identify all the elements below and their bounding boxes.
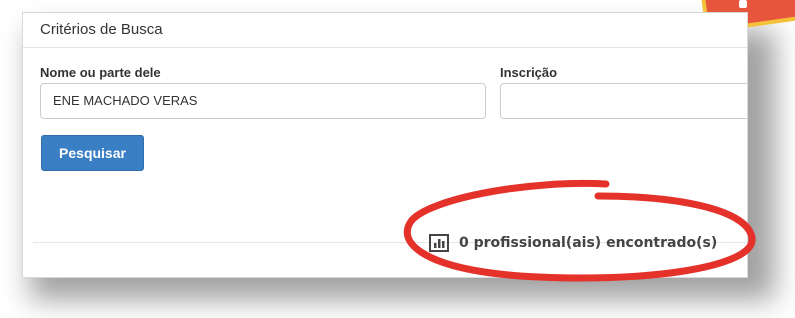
inscricao-label: Inscrição xyxy=(500,65,558,80)
name-input[interactable]: ENE MACHADO VERAS xyxy=(40,83,486,119)
bar-chart-icon xyxy=(429,234,449,252)
results-count-text: 0 profissional(ais) encontrado(s) xyxy=(459,235,718,251)
search-criteria-panel: Critérios de Busca Nome ou parte dele EN… xyxy=(22,12,748,278)
results-summary: 0 profissional(ais) encontrado(s) xyxy=(429,231,717,255)
search-button[interactable]: Pesquisar xyxy=(41,135,144,171)
inscricao-input[interactable] xyxy=(500,83,747,119)
panel-title: Critérios de Busca xyxy=(23,13,747,48)
corner-badge-dot xyxy=(739,0,747,8)
name-label: Nome ou parte dele xyxy=(40,65,161,80)
